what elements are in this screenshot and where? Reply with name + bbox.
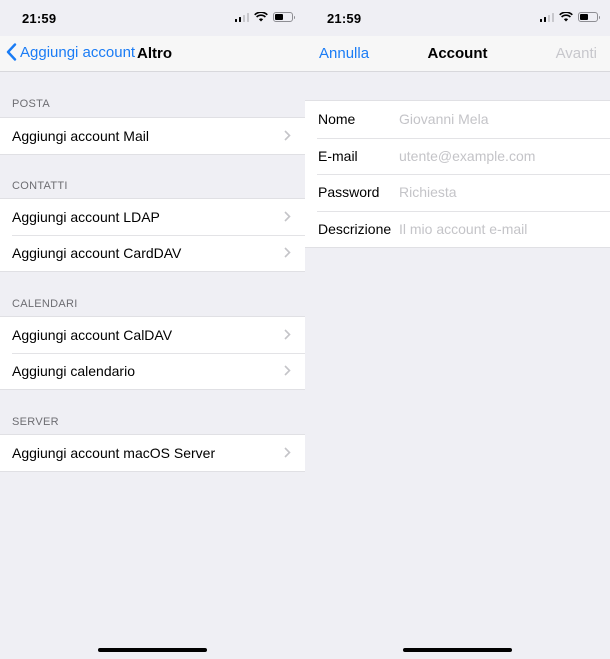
wifi-icon xyxy=(254,12,268,22)
battery-icon xyxy=(273,12,295,22)
form-row-description: Descrizione xyxy=(305,210,610,248)
chevron-right-icon xyxy=(284,130,291,141)
list-item-add-ldap-account[interactable]: Aggiungi account LDAP xyxy=(0,199,305,235)
page-title: Altro xyxy=(137,45,172,62)
form-row-password: Password xyxy=(305,174,610,211)
section-header-posta: POSTA xyxy=(12,98,50,110)
name-field[interactable] xyxy=(399,111,599,128)
password-label: Password xyxy=(318,184,380,201)
list-item-label: Aggiungi account Mail xyxy=(12,128,149,144)
list-item-label: Aggiungi calendario xyxy=(12,363,135,379)
email-label: E-mail xyxy=(318,147,358,164)
wifi-icon xyxy=(559,12,573,22)
list-item-add-carddav-account[interactable]: Aggiungi account CardDAV xyxy=(0,235,305,271)
section-header-contatti: CONTATTI xyxy=(12,180,68,192)
home-indicator[interactable] xyxy=(403,648,512,652)
description-label: Descrizione xyxy=(318,220,392,237)
email-field[interactable] xyxy=(399,147,599,164)
status-bar: 21:59 xyxy=(0,0,305,36)
name-label: Nome xyxy=(318,111,356,128)
section-group-contatti: Aggiungi account LDAP Aggiungi account C… xyxy=(0,198,305,272)
chevron-right-icon xyxy=(284,211,291,222)
status-icons xyxy=(539,12,600,22)
account-form: Nome E-mail Password Descrizione xyxy=(305,100,610,248)
home-indicator[interactable] xyxy=(98,648,207,652)
section-group-server: Aggiungi account macOS Server xyxy=(0,434,305,472)
form-row-name: Nome xyxy=(305,101,610,138)
list-item-label: Aggiungi account CalDAV xyxy=(12,327,173,343)
chevron-left-icon xyxy=(6,43,17,61)
status-time: 21:59 xyxy=(327,11,362,26)
navigation-bar: Aggiungi account Altro xyxy=(0,36,305,72)
back-button-label: Aggiungi account xyxy=(20,43,136,61)
battery-level xyxy=(580,14,588,20)
right-screen: 21:59 Annulla Account Avanti Nome E-mail xyxy=(305,0,610,659)
battery-icon xyxy=(578,12,600,22)
status-time: 21:59 xyxy=(22,11,57,26)
section-header-server: SERVER xyxy=(12,416,59,428)
section-header-calendari: CALENDARI xyxy=(12,298,78,310)
chevron-right-icon xyxy=(284,247,291,258)
section-group-posta: Aggiungi account Mail xyxy=(0,117,305,155)
list-item-add-calendar[interactable]: Aggiungi calendario xyxy=(0,353,305,389)
cellular-signal-icon xyxy=(539,12,554,22)
status-bar: 21:59 xyxy=(305,0,610,36)
chevron-right-icon xyxy=(284,329,291,340)
list-item-add-caldav-account[interactable]: Aggiungi account CalDAV xyxy=(0,317,305,353)
list-item-label: Aggiungi account CardDAV xyxy=(12,245,182,261)
chevron-right-icon xyxy=(284,447,291,458)
form-row-email: E-mail xyxy=(305,137,610,175)
list-item-label: Aggiungi account macOS Server xyxy=(12,445,216,461)
section-group-calendari: Aggiungi account CalDAV Aggiungi calenda… xyxy=(0,316,305,390)
status-icons xyxy=(234,12,295,22)
navigation-bar: Annulla Account Avanti xyxy=(305,36,610,72)
list-item-add-mail-account[interactable]: Aggiungi account Mail xyxy=(0,118,305,154)
chevron-right-icon xyxy=(284,365,291,376)
list-item-add-macos-server-account[interactable]: Aggiungi account macOS Server xyxy=(0,435,305,471)
battery-level xyxy=(275,14,283,20)
next-button[interactable]: Avanti xyxy=(556,45,597,62)
left-screen: 21:59 Aggiungi account Altro POSTA Aggiu… xyxy=(0,0,305,659)
description-field[interactable] xyxy=(399,220,599,237)
back-button[interactable]: Aggiungi account xyxy=(6,43,135,61)
list-item-label: Aggiungi account LDAP xyxy=(12,209,160,225)
password-field[interactable] xyxy=(399,184,599,201)
cellular-signal-icon xyxy=(234,12,249,22)
